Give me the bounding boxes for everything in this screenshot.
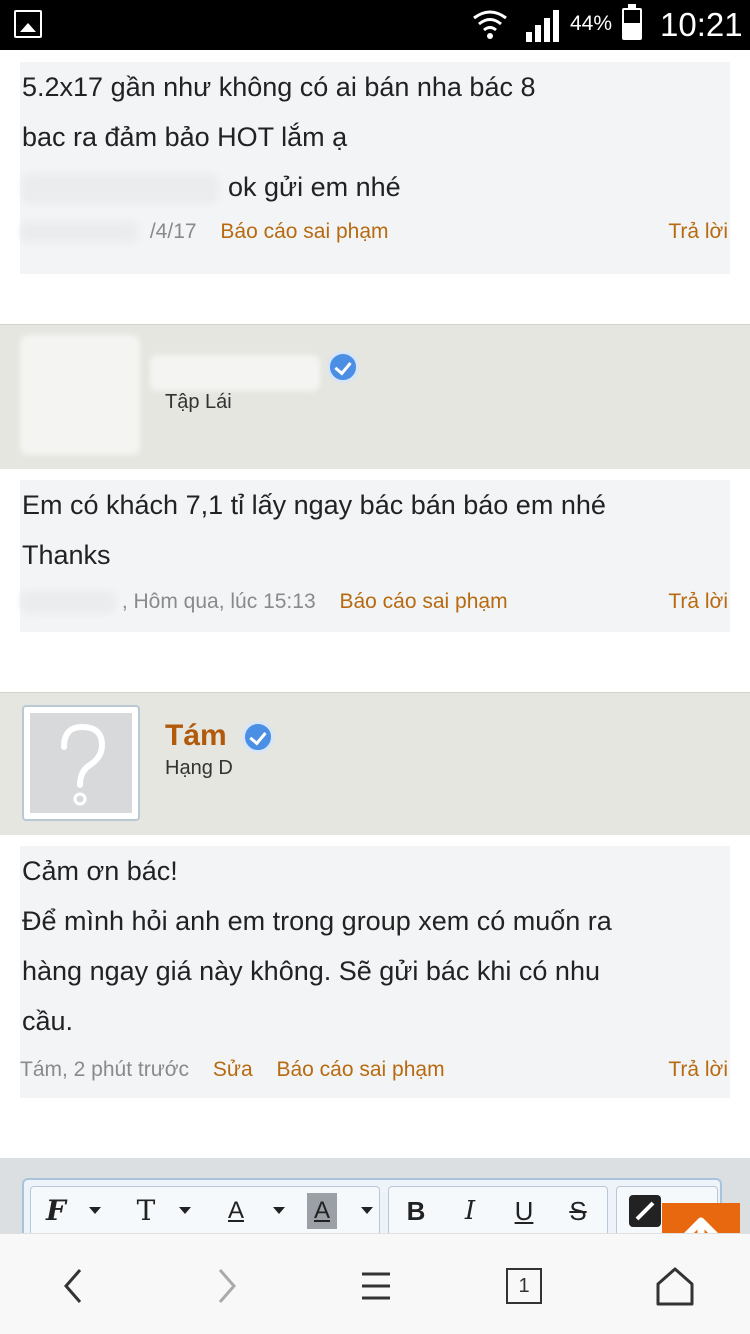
reply-link[interactable]: Trả lời — [668, 220, 728, 244]
forward-icon[interactable] — [212, 1264, 242, 1308]
message-line: Cảm ơn bác! — [22, 856, 178, 886]
gallery-icon — [14, 10, 42, 38]
message-line: hàng ngay giá này không. Sẽ gửi bác khi … — [22, 956, 600, 986]
redacted-author — [20, 591, 116, 614]
default-avatar-icon — [61, 723, 106, 806]
message-line: Thanks — [22, 540, 111, 570]
post-date: Tám, 2 phút trước — [20, 1058, 190, 1081]
font-size-button[interactable]: T — [131, 1187, 161, 1233]
editor-toolbar: F T A A B I U S — [22, 1178, 722, 1233]
post-meta: /4/17 Báo cáo sai phạm Trả lời — [20, 220, 730, 260]
message-line: ok gửi em nhé — [20, 162, 730, 212]
link-icon[interactable] — [625, 1191, 665, 1231]
font-family-button[interactable]: F — [41, 1187, 71, 1233]
chevron-down-icon — [179, 1207, 191, 1214]
battery-icon — [622, 4, 642, 40]
report-link[interactable]: Báo cáo sai phạm — [220, 220, 388, 243]
message-line: 5.2x17 gần như không có ai bán nha bác 8 — [22, 72, 536, 102]
verified-icon — [242, 721, 274, 753]
post-meta: , Hôm qua, lúc 15:13 Báo cáo sai phạm Tr… — [20, 590, 730, 630]
browser-navbar: 1 — [0, 1233, 750, 1334]
post-date: /4/17 — [149, 220, 197, 243]
post-date: , Hôm qua, lúc 15:13 — [121, 590, 316, 613]
username[interactable]: Tám — [165, 719, 227, 753]
redacted-avatar — [20, 335, 140, 455]
bold-button[interactable]: B — [401, 1187, 431, 1233]
format-group: F T A A — [30, 1186, 380, 1233]
redacted-username — [150, 355, 320, 391]
background-color-button[interactable]: A — [307, 1193, 337, 1229]
menu-icon[interactable] — [358, 1264, 394, 1308]
message-line: bac ra đảm bảo HOT lắm ạ — [22, 122, 348, 152]
tabs-button[interactable]: 1 — [506, 1268, 542, 1304]
text-color-button[interactable]: A — [221, 1187, 251, 1233]
scroll-top-icon — [684, 1217, 718, 1233]
post-message: 5.2x17 gần như không có ai bán nha bác 8… — [20, 62, 730, 274]
home-icon[interactable] — [654, 1264, 696, 1308]
message-line: cầu. — [22, 1006, 74, 1036]
signal-icon — [526, 10, 559, 42]
message-line: Để mình hỏi anh em trong group xem có mu… — [22, 906, 612, 936]
post-message: Em có khách 7,1 tỉ lấy ngay bác bán báo … — [20, 480, 730, 632]
post-author-bar: Tập Lái — [0, 324, 750, 469]
battery-percentage: 44% — [570, 12, 613, 35]
wifi-icon — [473, 10, 507, 39]
post-message: Cảm ơn bác! Để mình hỏi anh em trong gro… — [20, 846, 730, 1098]
post-author-bar: Tám Hạng D — [0, 692, 750, 835]
style-group: B I U S — [388, 1186, 608, 1233]
message-line: Em có khách 7,1 tỉ lấy ngay bác bán báo … — [22, 490, 606, 520]
edit-link[interactable]: Sửa — [213, 1058, 253, 1081]
redacted-author — [20, 221, 138, 244]
reply-link[interactable]: Trả lời — [668, 1058, 728, 1082]
user-rank: Hạng D — [165, 757, 233, 779]
tabs-count: 1 — [518, 1275, 530, 1297]
status-bar: 44% 10:21 — [0, 0, 750, 50]
strikethrough-button[interactable]: S — [563, 1187, 593, 1233]
post-meta: Tám, 2 phút trước Sửa Báo cáo sai phạm T… — [20, 1058, 730, 1098]
redacted-text — [22, 173, 218, 204]
chevron-down-icon — [273, 1207, 285, 1214]
clock: 10:21 — [660, 6, 743, 43]
report-link[interactable]: Báo cáo sai phạm — [339, 590, 507, 613]
italic-button[interactable]: I — [455, 1187, 485, 1233]
chevron-down-icon — [89, 1207, 101, 1214]
underline-button[interactable]: U — [509, 1187, 539, 1233]
scroll-top-button[interactable] — [662, 1203, 740, 1233]
thread-content: 5.2x17 gần như không có ai bán nha bác 8… — [0, 50, 750, 1233]
reply-editor: F T A A B I U S — [0, 1158, 750, 1233]
chevron-down-icon — [361, 1207, 373, 1214]
verified-icon — [327, 351, 359, 383]
back-icon[interactable] — [58, 1264, 88, 1308]
reply-link[interactable]: Trả lời — [668, 590, 728, 614]
avatar[interactable] — [22, 705, 140, 821]
report-link[interactable]: Báo cáo sai phạm — [276, 1058, 444, 1081]
user-rank: Tập Lái — [165, 391, 232, 413]
